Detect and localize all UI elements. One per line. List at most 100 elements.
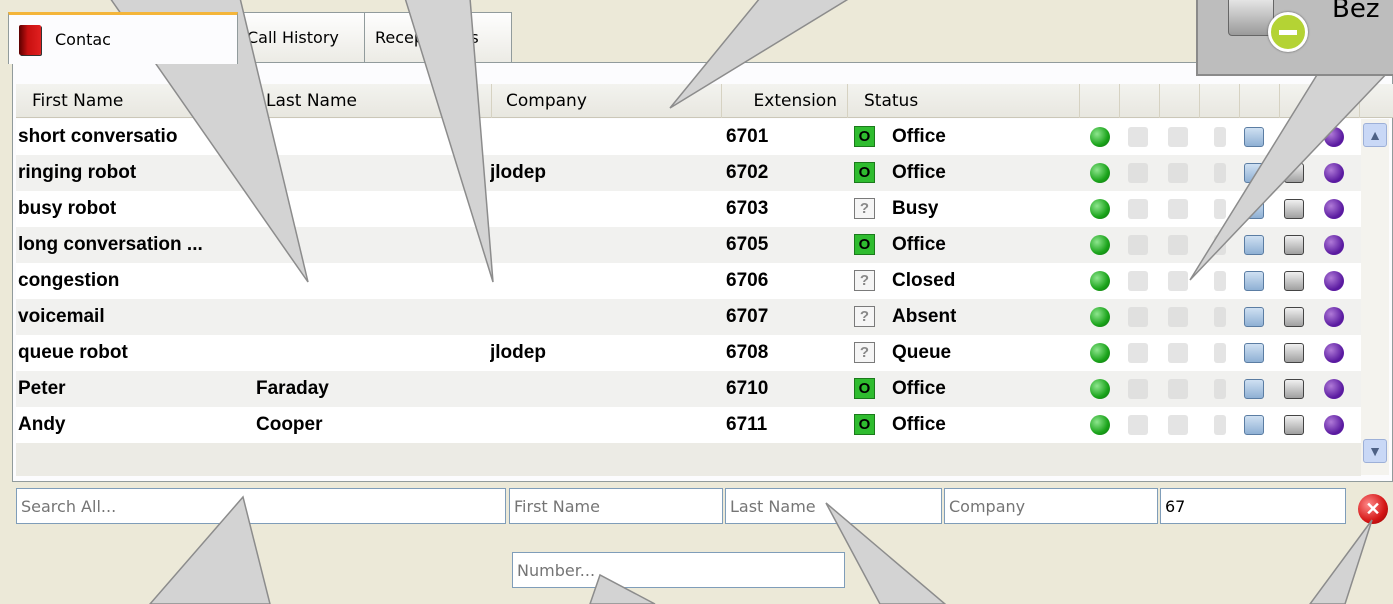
phone-icon[interactable] (1168, 343, 1188, 363)
phone-icon[interactable] (1128, 235, 1148, 255)
call-icon[interactable] (1090, 415, 1110, 435)
search-extension-input[interactable] (1160, 488, 1346, 524)
mail-icon[interactable] (1244, 199, 1264, 219)
balloon-icon[interactable] (1324, 379, 1344, 399)
mail-icon[interactable] (1244, 343, 1264, 363)
mobile-icon[interactable] (1214, 271, 1226, 291)
search-last-name-input[interactable] (725, 488, 942, 524)
col-action-6[interactable] (1280, 84, 1320, 118)
phone-icon[interactable] (1128, 379, 1148, 399)
balloon-icon[interactable] (1324, 163, 1344, 183)
mail-icon[interactable] (1244, 235, 1264, 255)
phone-icon[interactable] (1168, 127, 1188, 147)
table-row[interactable]: ringing robot jlodep 6702 O Office (16, 155, 1361, 191)
phone-icon[interactable] (1168, 271, 1188, 291)
phone-icon[interactable] (1128, 199, 1148, 219)
search-number-input[interactable] (512, 552, 845, 588)
phone-icon[interactable] (1128, 307, 1148, 327)
tab-receptionists[interactable]: Recep ts (364, 12, 512, 62)
note-icon[interactable] (1284, 271, 1304, 291)
note-icon[interactable] (1284, 343, 1304, 363)
call-icon[interactable] (1090, 235, 1110, 255)
phone-icon[interactable] (1168, 379, 1188, 399)
call-icon[interactable] (1090, 379, 1110, 399)
col-action-4[interactable] (1200, 84, 1240, 118)
call-icon[interactable] (1090, 199, 1110, 219)
phone-icon[interactable] (1168, 235, 1188, 255)
mail-icon[interactable] (1244, 379, 1264, 399)
mobile-icon[interactable] (1214, 127, 1226, 147)
call-icon[interactable] (1090, 343, 1110, 363)
table-row[interactable]: short conversatio 6701 O Office (16, 119, 1361, 155)
table-row[interactable]: busy robot 6703? Busy (16, 191, 1361, 227)
phone-icon[interactable] (1168, 163, 1188, 183)
note-icon[interactable] (1284, 199, 1304, 219)
balloon-icon[interactable] (1324, 127, 1344, 147)
balloon-icon[interactable] (1324, 415, 1344, 435)
col-action-5[interactable] (1240, 84, 1280, 118)
note-icon[interactable] (1284, 415, 1304, 435)
col-action-7[interactable] (1320, 84, 1360, 118)
table-row[interactable]: Peter Faraday 6710 O Office (16, 371, 1361, 407)
mobile-icon[interactable] (1214, 415, 1226, 435)
mail-icon[interactable] (1244, 271, 1264, 291)
mail-icon[interactable] (1244, 307, 1264, 327)
note-icon[interactable] (1284, 127, 1304, 147)
phone-icon[interactable] (1168, 415, 1188, 435)
table-row[interactable]: long conversation ... 6705 O Office (16, 227, 1361, 263)
mobile-icon[interactable] (1214, 307, 1226, 327)
phone-icon[interactable] (1128, 271, 1148, 291)
phone-icon[interactable] (1168, 199, 1188, 219)
col-status[interactable]: Status (848, 84, 1080, 118)
status-unknown-icon: ? (854, 306, 875, 327)
search-all-input[interactable] (16, 488, 506, 524)
scroll-up-button[interactable]: ▲ (1363, 123, 1387, 147)
mobile-icon[interactable] (1214, 379, 1226, 399)
note-icon[interactable] (1284, 379, 1304, 399)
balloon-icon[interactable] (1324, 307, 1344, 327)
table-row[interactable]: voicemail 6707? Absent (16, 299, 1361, 335)
col-last-name[interactable]: Last Name (254, 84, 492, 118)
call-icon[interactable] (1090, 163, 1110, 183)
phone-icon[interactable] (1128, 415, 1148, 435)
table-row[interactable]: queue robot jlodep 6708? Queue (16, 335, 1361, 371)
balloon-icon[interactable] (1324, 271, 1344, 291)
balloon-icon[interactable] (1324, 343, 1344, 363)
mail-icon[interactable] (1244, 127, 1264, 147)
note-icon[interactable] (1284, 307, 1304, 327)
col-extension[interactable]: Extension (722, 84, 848, 118)
mobile-icon[interactable] (1214, 343, 1226, 363)
col-first-name[interactable]: First Name (16, 84, 254, 118)
tab-call-history[interactable]: Call History (236, 12, 366, 62)
call-icon[interactable] (1090, 307, 1110, 327)
status-unknown-icon: ? (854, 198, 875, 219)
col-action-1[interactable] (1080, 84, 1120, 118)
call-icon[interactable] (1090, 127, 1110, 147)
col-action-3[interactable] (1160, 84, 1200, 118)
balloon-icon[interactable] (1324, 199, 1344, 219)
col-action-2[interactable] (1120, 84, 1160, 118)
mobile-icon[interactable] (1214, 199, 1226, 219)
balloon-icon[interactable] (1324, 235, 1344, 255)
scroll-down-button[interactable]: ▼ (1363, 439, 1387, 463)
table-row[interactable]: Andy Cooper 6711 O Office (16, 407, 1361, 443)
status-online-icon: O (854, 378, 875, 399)
mobile-icon[interactable] (1214, 163, 1226, 183)
col-company[interactable]: Company (492, 84, 722, 118)
tab-contacts[interactable]: Contac (8, 12, 238, 64)
phone-icon[interactable] (1168, 307, 1188, 327)
mail-icon[interactable] (1244, 415, 1264, 435)
mail-icon[interactable] (1244, 163, 1264, 183)
search-first-name-input[interactable] (509, 488, 723, 524)
phone-icon[interactable] (1128, 163, 1148, 183)
note-icon[interactable] (1284, 163, 1304, 183)
table-row[interactable]: congestion 6706? Closed (16, 263, 1361, 299)
call-icon[interactable] (1090, 271, 1110, 291)
note-icon[interactable] (1284, 235, 1304, 255)
phone-icon[interactable] (1128, 343, 1148, 363)
search-company-input[interactable] (944, 488, 1158, 524)
vertical-scrollbar[interactable]: ▲ ▼ (1361, 119, 1389, 475)
clear-search-icon[interactable]: ✕ (1358, 494, 1388, 524)
phone-icon[interactable] (1128, 127, 1148, 147)
mobile-icon[interactable] (1214, 235, 1226, 255)
